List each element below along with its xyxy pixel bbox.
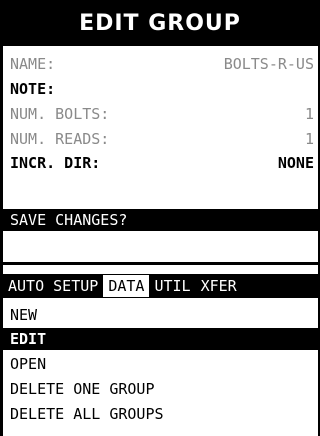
field-note-label: NOTE:: [10, 80, 56, 98]
divider: [3, 262, 318, 265]
menu-item-delete-one-group[interactable]: DELETE ONE GROUP: [3, 378, 318, 400]
tab-auto-setup[interactable]: AUTO SETUP: [3, 275, 103, 297]
field-note[interactable]: NOTE:: [10, 78, 314, 100]
field-num-bolts-value: 1: [304, 105, 314, 123]
field-num-bolts-label: NUM. BOLTS:: [10, 105, 110, 123]
page-title: EDIT GROUP: [0, 0, 320, 46]
device-screen: EDIT GROUP NAME: BOLTS-R-US NOTE: NUM. B…: [0, 0, 320, 436]
menu-tab-bar: AUTO SETUP DATA UTIL XFER: [3, 274, 318, 298]
field-incr-dir-value: NONE: [277, 154, 314, 172]
menu-item-delete-all-groups[interactable]: DELETE ALL GROUPS: [3, 403, 318, 425]
field-name-value: BOLTS-R-US: [223, 55, 314, 73]
tab-data[interactable]: DATA: [103, 275, 150, 297]
save-changes-prompt[interactable]: SAVE CHANGES?: [3, 209, 318, 231]
field-num-bolts[interactable]: NUM. BOLTS: 1: [10, 103, 314, 125]
menu-item-edit[interactable]: EDIT: [3, 328, 318, 350]
field-num-reads[interactable]: NUM. READS: 1: [10, 128, 314, 150]
tab-util[interactable]: UTIL: [149, 275, 195, 297]
field-incr-dir[interactable]: INCR. DIR: NONE: [10, 152, 314, 174]
field-name-label: NAME:: [10, 55, 56, 73]
field-num-reads-value: 1: [304, 130, 314, 148]
field-num-reads-label: NUM. READS:: [10, 130, 110, 148]
field-incr-dir-label: INCR. DIR:: [10, 154, 101, 172]
tab-xfer[interactable]: XFER: [196, 275, 242, 297]
field-name[interactable]: NAME: BOLTS-R-US: [10, 53, 314, 75]
menu-item-new[interactable]: NEW: [3, 304, 318, 326]
menu-item-open[interactable]: OPEN: [3, 353, 318, 375]
